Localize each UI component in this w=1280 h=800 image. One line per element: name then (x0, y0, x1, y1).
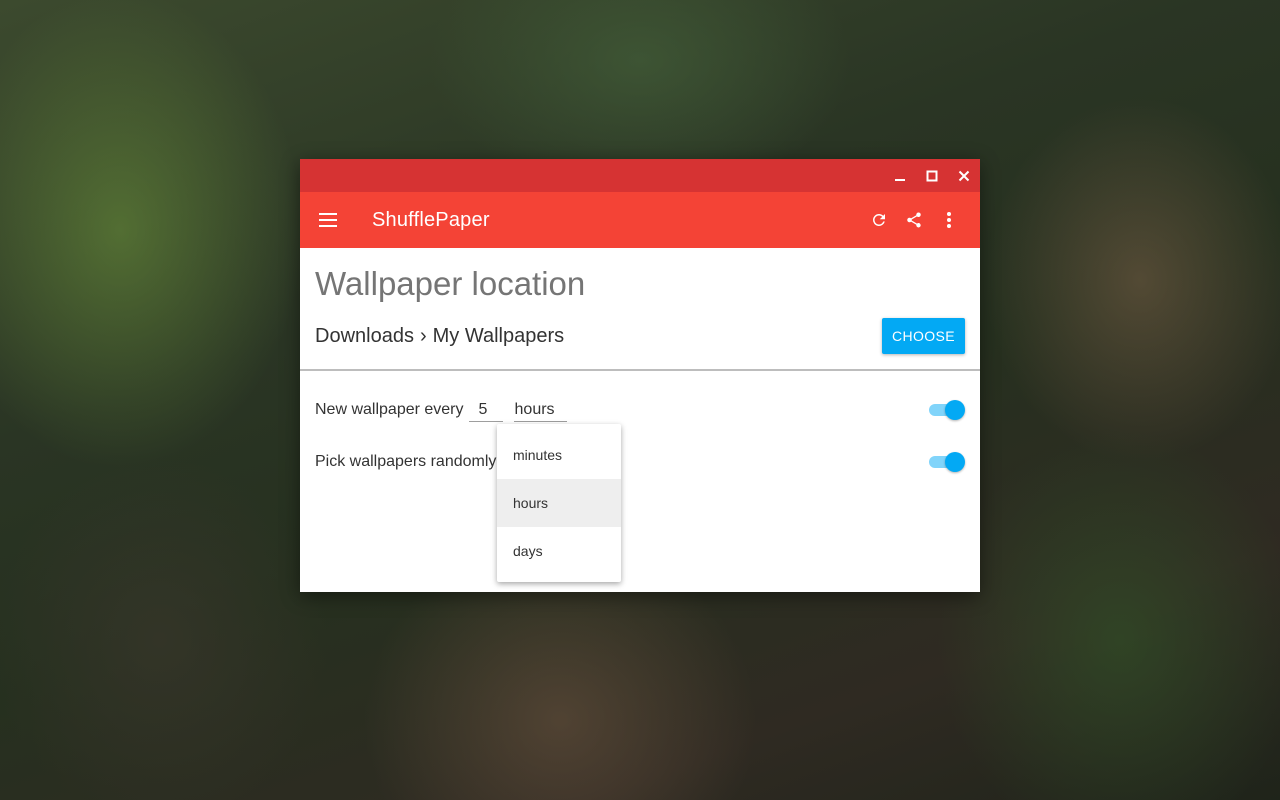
toggle-thumb (945, 400, 965, 420)
wallpaper-location-section: Wallpaper location Downloads › My Wallpa… (300, 248, 980, 371)
breadcrumb-folder-current: My Wallpapers (432, 325, 565, 347)
app-window: ShufflePaper Wallpaper location Download… (300, 159, 980, 592)
maximize-icon[interactable] (916, 159, 948, 192)
interval-setting-row: New wallpaper every hours (315, 395, 965, 425)
interval-label: New wallpaper every (315, 401, 464, 418)
breadcrumb-folder-downloads: Downloads (315, 325, 414, 347)
dropdown-option-days[interactable]: days (497, 527, 621, 575)
interval-value-input[interactable] (468, 398, 503, 422)
choose-button[interactable]: CHOOSE (882, 318, 965, 354)
menu-icon[interactable] (300, 192, 356, 248)
dropdown-option-hours[interactable]: hours (497, 479, 621, 527)
toggle-thumb (945, 452, 965, 472)
window-title-bar[interactable] (300, 159, 980, 192)
random-setting-row: Pick wallpapers randomly (315, 447, 965, 477)
random-toggle[interactable] (929, 452, 965, 472)
chevron-right-icon: › (419, 325, 427, 347)
location-breadcrumb: Downloads › My Wallpapers (315, 325, 564, 348)
section-title: Wallpaper location (315, 265, 586, 302)
share-icon[interactable] (896, 200, 931, 240)
interval-unit-select[interactable]: hours (513, 398, 567, 422)
unit-dropdown-menu: minutes hours days (497, 424, 621, 582)
random-label: Pick wallpapers randomly (315, 453, 497, 470)
interval-toggle[interactable] (929, 400, 965, 420)
close-icon[interactable] (948, 159, 980, 192)
toolbar-actions (861, 192, 966, 248)
app-toolbar: ShufflePaper (300, 192, 980, 248)
refresh-icon[interactable] (861, 200, 896, 240)
dropdown-option-minutes[interactable]: minutes (497, 431, 621, 479)
minimize-icon[interactable] (884, 159, 916, 192)
more-vert-icon[interactable] (931, 200, 966, 240)
app-title: ShufflePaper (372, 208, 490, 231)
